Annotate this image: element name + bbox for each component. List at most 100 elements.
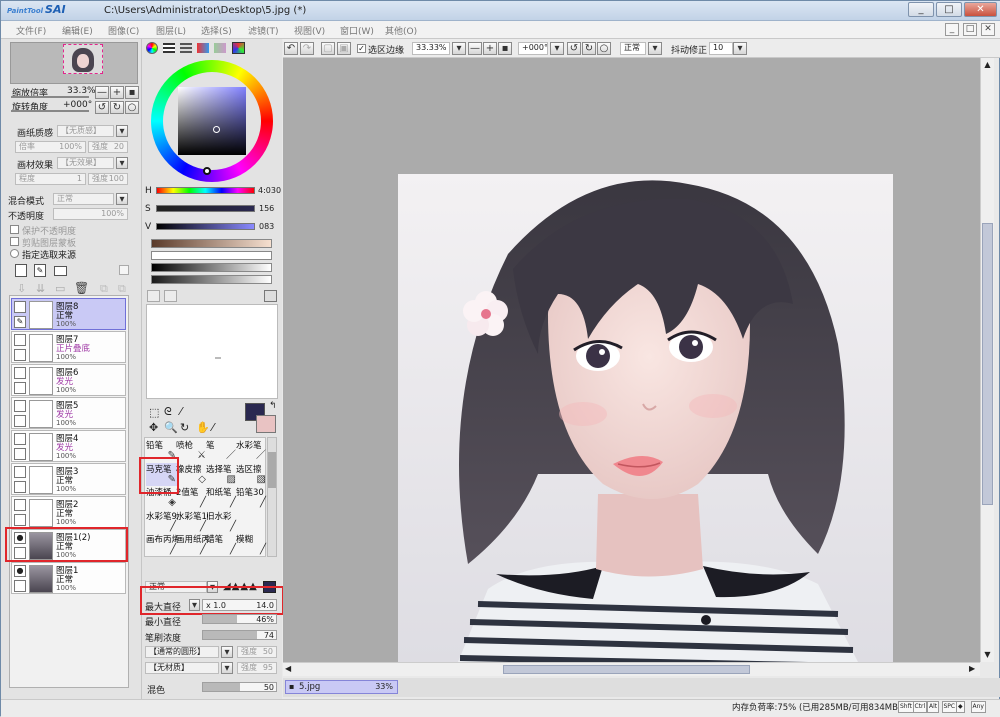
toolbar-rotate-reset[interactable]: ○ bbox=[597, 42, 611, 55]
toolbar-mode-dropdown[interactable]: ▾ bbox=[648, 42, 662, 55]
hsv-slider-tab-icon[interactable] bbox=[180, 43, 192, 53]
layer-row[interactable]: 图层6 发光 100% bbox=[11, 364, 126, 396]
selection-source-radio[interactable] bbox=[10, 249, 19, 258]
brush-slot[interactable]: 水彩笔9腻╱ bbox=[146, 510, 178, 533]
move-icon[interactable]: ✥ bbox=[149, 421, 158, 434]
brush-slot[interactable]: 画用纸丙烯╱ bbox=[176, 533, 208, 556]
zoom-tool-icon[interactable]: 🔍 bbox=[164, 421, 178, 434]
brush-slot[interactable] bbox=[236, 510, 268, 533]
rotate-reset-button[interactable]: ○ bbox=[125, 101, 139, 114]
zoom-reset-button[interactable]: ▪ bbox=[125, 86, 139, 99]
brush-shape-dropdown[interactable]: ▾ bbox=[221, 646, 233, 658]
blend-mode-dropdown[interactable]: ▾ bbox=[116, 193, 128, 205]
layer-lock-toggle[interactable] bbox=[14, 448, 26, 460]
scratchpad-menu-icon[interactable] bbox=[164, 290, 177, 302]
value-slider[interactable] bbox=[156, 223, 255, 230]
navigator-preview[interactable] bbox=[10, 42, 138, 84]
brush-grid-scrollbar[interactable] bbox=[267, 437, 277, 557]
paper-texture-dropdown[interactable]: ▾ bbox=[116, 125, 128, 137]
saturation-slider[interactable] bbox=[156, 205, 255, 212]
brush-slot[interactable]: 2值笔 ╱ bbox=[176, 486, 208, 509]
layer-lock-toggle[interactable] bbox=[14, 580, 26, 592]
magic-wand-icon[interactable]: ⁄ bbox=[180, 405, 182, 418]
visibility-toggle[interactable] bbox=[14, 400, 26, 412]
layer-row[interactable]: 图层5 发光 100% bbox=[11, 397, 126, 429]
brush-slot[interactable]: 橡皮擦 ◇ bbox=[176, 463, 208, 486]
new-set-icon[interactable]: ✎ bbox=[34, 264, 46, 277]
layer-lock-toggle[interactable] bbox=[14, 514, 26, 526]
brush-texture-select[interactable]: 【无材质】 bbox=[145, 662, 219, 674]
layer-lock-toggle[interactable] bbox=[14, 481, 26, 493]
delete-layer-icon[interactable]: 🗑 bbox=[74, 281, 89, 295]
brush-shape-select[interactable]: 【通常的圆形】 bbox=[145, 646, 219, 658]
toolbar-angle-field[interactable]: +000° bbox=[518, 42, 548, 55]
rotate-right-button[interactable]: ↻ bbox=[110, 101, 124, 114]
redo-button[interactable]: ↷ bbox=[300, 42, 314, 55]
blend-mode-select[interactable]: 正常 bbox=[53, 193, 114, 205]
brush-texture-strength[interactable]: 强度 95 bbox=[237, 662, 277, 674]
merge-down-icon[interactable]: ⇊ bbox=[36, 282, 45, 295]
invert-selection-button[interactable]: ▣ bbox=[337, 42, 351, 55]
visibility-toggle[interactable] bbox=[14, 367, 26, 379]
brush-slot[interactable]: 画布丙烯 ╱ bbox=[146, 533, 178, 556]
doc-restore-button[interactable]: □ bbox=[963, 23, 977, 36]
toolbar-mode-field[interactable]: 正常 bbox=[620, 42, 646, 55]
visibility-toggle[interactable] bbox=[14, 334, 26, 346]
clipping-mask-checkbox[interactable] bbox=[10, 237, 19, 246]
layer-row[interactable]: 图层2 正常 100% bbox=[11, 496, 126, 528]
brush-slot[interactable]: 铅笔30 ╱ bbox=[236, 486, 268, 509]
min-size-slider[interactable]: 46% bbox=[202, 614, 277, 624]
menu-layer[interactable]: 图层(L) bbox=[156, 24, 186, 37]
layer-paste-icon[interactable]: ⧉ bbox=[118, 282, 126, 296]
zoom-out-button[interactable]: — bbox=[95, 86, 109, 99]
rotate-tool-icon[interactable]: ↻ bbox=[180, 421, 189, 434]
horizontal-scrollbar[interactable]: ◀ ▶ bbox=[283, 662, 980, 676]
brush-texture-dropdown[interactable]: ▾ bbox=[221, 662, 233, 674]
scratchpad-clear-icon[interactable] bbox=[147, 290, 160, 302]
paper-effect-dropdown[interactable]: ▾ bbox=[116, 157, 128, 169]
palette-tab-icon[interactable] bbox=[197, 43, 209, 53]
clear-layer-icon[interactable]: ▭ bbox=[55, 282, 65, 295]
rotate-left-button[interactable]: ↺ bbox=[95, 101, 109, 114]
rgb-slider-tab-icon[interactable] bbox=[163, 43, 175, 53]
new-layer-icon[interactable] bbox=[15, 264, 27, 277]
stabilizer-dropdown[interactable]: ▾ bbox=[733, 42, 747, 55]
layer-row[interactable]: ✎ 图层8 正常 100% bbox=[11, 298, 126, 330]
pen-icon[interactable]: ✎ bbox=[14, 316, 26, 328]
menu-view[interactable]: 视图(V) bbox=[294, 24, 325, 37]
minimize-button[interactable]: _ bbox=[908, 2, 934, 17]
vertical-scroll-thumb[interactable] bbox=[982, 223, 993, 505]
brush-slot[interactable]: 选区擦 ▧ bbox=[236, 463, 268, 486]
eye-icon[interactable]: ● bbox=[14, 565, 26, 577]
brush-shape-strength[interactable]: 强度 50 bbox=[237, 646, 277, 658]
menu-window[interactable]: 窗口(W) bbox=[340, 24, 374, 37]
brush-slot[interactable]: 蜡笔 ╱ bbox=[206, 533, 238, 556]
new-folder-icon[interactable] bbox=[54, 266, 67, 276]
visibility-toggle[interactable] bbox=[14, 433, 26, 445]
hue-picker[interactable] bbox=[203, 167, 211, 175]
visibility-toggle[interactable] bbox=[14, 466, 26, 478]
sv-picker[interactable] bbox=[213, 126, 220, 133]
secondary-color-swatch[interactable] bbox=[256, 415, 276, 433]
toolbar-zoom-dropdown[interactable]: ▾ bbox=[452, 42, 466, 55]
paper-degree-field[interactable]: 程度 1 bbox=[15, 173, 86, 185]
selection-edge-checkbox[interactable]: ✓ bbox=[357, 44, 366, 53]
mix-slider[interactable]: 50 bbox=[202, 682, 277, 692]
color-wheel[interactable] bbox=[151, 60, 273, 182]
brush-slot[interactable]: 水彩笔10腻╱ bbox=[176, 510, 208, 533]
visibility-toggle[interactable] bbox=[14, 499, 26, 511]
brush-slot[interactable]: 笔／ bbox=[206, 439, 238, 462]
transfer-down-icon[interactable]: ⇩ bbox=[17, 282, 26, 295]
close-button[interactable]: ✕ bbox=[964, 2, 997, 17]
density-slider[interactable]: 74 bbox=[202, 630, 277, 640]
paper-strength-field[interactable]: 强度 20 bbox=[88, 141, 128, 153]
menu-file[interactable]: 文件(F) bbox=[16, 24, 46, 37]
undo-button[interactable]: ↶ bbox=[284, 42, 298, 55]
canvas-viewport[interactable] bbox=[283, 58, 980, 662]
menu-select[interactable]: 选择(S) bbox=[201, 24, 232, 37]
toolbar-rotate-right[interactable]: ↻ bbox=[582, 42, 596, 55]
color-wheel-tab-icon[interactable] bbox=[146, 42, 158, 54]
brush-slot[interactable]: 旧水彩 ╱ bbox=[206, 510, 238, 533]
layer-copy-icon[interactable]: ⧉ bbox=[100, 282, 108, 296]
scratchpad[interactable] bbox=[146, 304, 278, 399]
